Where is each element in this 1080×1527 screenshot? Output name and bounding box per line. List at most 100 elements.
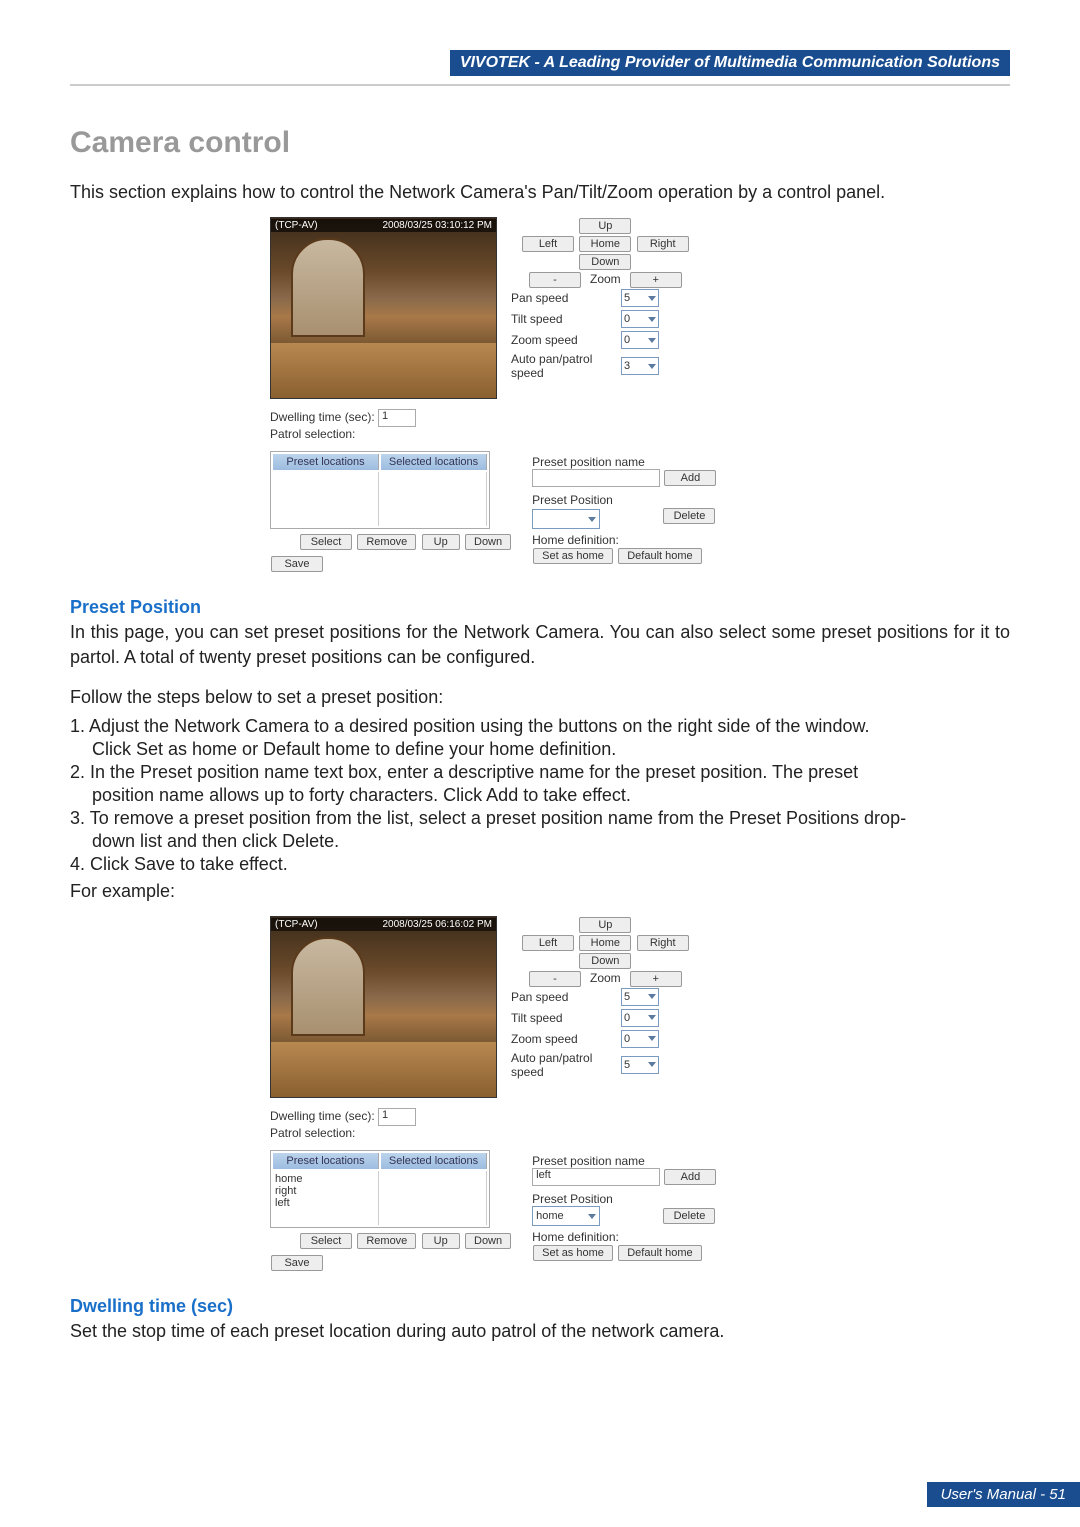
preset-position-heading: Preset Position [70, 597, 1010, 618]
pan-speed-label: Pan speed [511, 291, 621, 305]
zoom-speed-select[interactable]: 0 [621, 1030, 659, 1048]
tilt-speed-select[interactable]: 0 [621, 310, 659, 328]
chevron-down-icon [648, 338, 656, 343]
auto-speed-label: Auto pan/patrol speed [511, 352, 621, 380]
patrol-table: Preset locations Selected locations [270, 451, 490, 529]
up-button[interactable]: Up [579, 218, 631, 234]
camera-label: (TCP-AV) [275, 220, 318, 231]
zoom-speed-select[interactable]: 0 [621, 331, 659, 349]
right-button[interactable]: Right [637, 236, 689, 252]
selected-locations-list[interactable] [381, 1171, 487, 1225]
home-button[interactable]: Home [579, 935, 631, 951]
preset-name-label: Preset position name [532, 455, 717, 469]
zoom-out-button[interactable]: - [529, 971, 581, 987]
preset-position-label: Preset Position [532, 1192, 717, 1206]
right-button[interactable]: Right [637, 935, 689, 951]
chevron-down-icon [648, 1036, 656, 1041]
auto-speed-label: Auto pan/patrol speed [511, 1051, 621, 1079]
dwelling-time-heading: Dwelling time (sec) [70, 1296, 1010, 1317]
preset-name-label: Preset position name [532, 1154, 717, 1168]
down-button[interactable]: Down [579, 953, 631, 969]
pan-speed-select[interactable]: 5 [621, 289, 659, 307]
up-order-button[interactable]: Up [422, 534, 460, 550]
dwell-time-input[interactable]: 1 [378, 1108, 416, 1126]
auto-speed-select[interactable]: 5 [621, 1056, 659, 1074]
down-button[interactable]: Down [579, 254, 631, 270]
zoom-speed-label: Zoom speed [511, 333, 621, 347]
auto-speed-select[interactable]: 3 [621, 357, 659, 375]
zoom-out-button[interactable]: - [529, 272, 581, 288]
preset-locations-list[interactable] [273, 472, 379, 526]
patrol-selection-label: Patrol selection: [270, 1126, 740, 1140]
home-button[interactable]: Home [579, 236, 631, 252]
steps-list: 1. Adjust the Network Camera to a desire… [70, 716, 1010, 875]
chevron-down-icon [588, 1214, 596, 1219]
chevron-down-icon [648, 317, 656, 322]
home-definition-label: Home definition: [532, 533, 717, 547]
home-definition-label: Home definition: [532, 1230, 717, 1244]
chevron-down-icon [588, 517, 596, 522]
control-panel-2: (TCP-AV) 2008/03/25 06:16:02 PM Up Left … [270, 916, 740, 1272]
delete-button[interactable]: Delete [663, 1208, 715, 1224]
zoom-in-button[interactable]: + [630, 971, 682, 987]
dwell-time-label: Dwelling time (sec): [270, 410, 375, 424]
select-button[interactable]: Select [300, 1233, 352, 1249]
preset-locations-header: Preset locations [273, 1153, 379, 1169]
chevron-down-icon [648, 994, 656, 999]
chevron-down-icon [648, 1062, 656, 1067]
tilt-speed-label: Tilt speed [511, 1011, 621, 1025]
preset-position-para: In this page, you can set preset positio… [70, 620, 1010, 670]
selected-locations-list[interactable] [381, 472, 487, 526]
patrol-selection-label: Patrol selection: [270, 427, 740, 441]
dwelling-time-para: Set the stop time of each preset locatio… [70, 1319, 1010, 1344]
intro-text: This section explains how to control the… [70, 180, 1010, 205]
delete-button[interactable]: Delete [663, 508, 715, 524]
down-order-button[interactable]: Down [465, 534, 511, 550]
save-button[interactable]: Save [271, 556, 323, 572]
zoom-label: Zoom [585, 272, 625, 286]
left-button[interactable]: Left [522, 935, 574, 951]
patrol-table: Preset locations Selected locations home… [270, 1150, 490, 1228]
zoom-speed-label: Zoom speed [511, 1032, 621, 1046]
zoom-label: Zoom [585, 971, 625, 985]
example-label: For example: [70, 879, 1010, 904]
preset-position-select[interactable]: home [532, 1206, 600, 1226]
pan-speed-label: Pan speed [511, 990, 621, 1004]
up-button[interactable]: Up [579, 917, 631, 933]
chevron-down-icon [648, 364, 656, 369]
camera-time: 2008/03/25 03:10:12 PM [382, 220, 492, 231]
selected-locations-header: Selected locations [381, 454, 487, 470]
preset-position-label: Preset Position [532, 493, 717, 507]
default-home-button[interactable]: Default home [618, 548, 701, 564]
preset-name-input[interactable]: left [532, 1168, 660, 1186]
left-button[interactable]: Left [522, 236, 574, 252]
control-panel-1: (TCP-AV) 2008/03/25 03:10:12 PM Up Left … [270, 217, 740, 573]
chevron-down-icon [648, 1015, 656, 1020]
tilt-speed-label: Tilt speed [511, 312, 621, 326]
up-order-button[interactable]: Up [422, 1233, 460, 1249]
preset-position-select[interactable] [532, 509, 600, 529]
dwell-time-input[interactable]: 1 [378, 409, 416, 427]
set-as-home-button[interactable]: Set as home [533, 548, 613, 564]
dwell-time-label: Dwelling time (sec): [270, 1109, 375, 1123]
tilt-speed-select[interactable]: 0 [621, 1009, 659, 1027]
header-banner: VIVOTEK - A Leading Provider of Multimed… [450, 50, 1010, 76]
select-button[interactable]: Select [300, 534, 352, 550]
preset-locations-header: Preset locations [273, 454, 379, 470]
add-button[interactable]: Add [664, 1169, 716, 1185]
steps-intro: Follow the steps below to set a preset p… [70, 685, 1010, 710]
page-footer: User's Manual - 51 [927, 1482, 1080, 1507]
down-order-button[interactable]: Down [465, 1233, 511, 1249]
pan-speed-select[interactable]: 5 [621, 988, 659, 1006]
default-home-button[interactable]: Default home [618, 1245, 701, 1261]
preset-locations-list[interactable]: home right left [273, 1171, 379, 1225]
remove-button[interactable]: Remove [357, 534, 416, 550]
camera-preview: (TCP-AV) 2008/03/25 03:10:12 PM [270, 217, 497, 399]
preset-name-input[interactable] [532, 469, 660, 487]
add-button[interactable]: Add [664, 470, 716, 486]
zoom-in-button[interactable]: + [630, 272, 682, 288]
remove-button[interactable]: Remove [357, 1233, 416, 1249]
save-button[interactable]: Save [271, 1255, 323, 1271]
selected-locations-header: Selected locations [381, 1153, 487, 1169]
set-as-home-button[interactable]: Set as home [533, 1245, 613, 1261]
